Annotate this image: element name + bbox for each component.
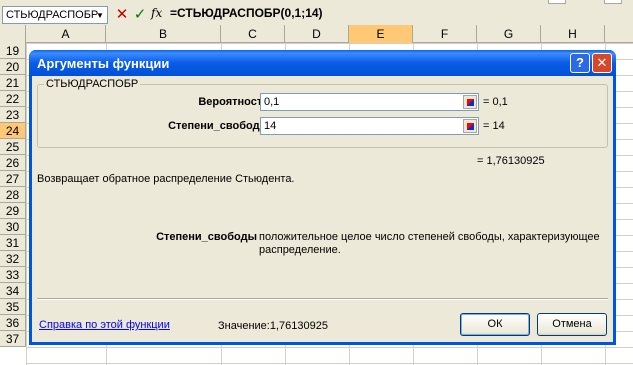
function-arguments-dialog: Аргументы функции ? ✕ СТЬЮДРАСПОБР Вероя… bbox=[29, 50, 616, 345]
row-header[interactable]: 28 bbox=[0, 187, 26, 203]
column-header-d[interactable]: D bbox=[285, 25, 349, 43]
row-header[interactable]: 35 bbox=[0, 299, 26, 315]
arg-label-probability: Вероятность bbox=[198, 96, 269, 108]
enter-formula-icon[interactable]: ✓ bbox=[132, 5, 148, 23]
degrees-freedom-result: = 14 bbox=[483, 120, 505, 132]
ok-button[interactable]: ОК bbox=[460, 313, 530, 336]
toolbar-fragment bbox=[548, 0, 566, 4]
name-box-value: СТЬЮДРАСПОБР bbox=[6, 9, 99, 21]
probability-result: = 0,1 bbox=[483, 96, 508, 108]
row-header[interactable]: 26 bbox=[0, 155, 26, 171]
help-button[interactable]: ? bbox=[570, 53, 590, 73]
arg-help-label: Степени_свободы bbox=[156, 231, 257, 243]
chevron-down-icon[interactable]: ▼ bbox=[93, 7, 107, 23]
function-description: Возвращает обратное распределение Стьюде… bbox=[37, 173, 295, 185]
function-help-link[interactable]: Справка по этой функции bbox=[39, 319, 170, 331]
arg-label-degrees-freedom: Степени_свободы bbox=[168, 120, 269, 132]
range-select-icon bbox=[467, 123, 474, 130]
close-button[interactable]: ✕ bbox=[592, 53, 612, 73]
cancel-formula-icon[interactable]: ✕ bbox=[114, 5, 130, 23]
column-header-f[interactable]: F bbox=[413, 25, 477, 43]
row-header-selected[interactable]: 24 bbox=[0, 123, 26, 139]
collapse-dialog-icon[interactable] bbox=[463, 95, 477, 109]
degrees-freedom-input[interactable]: 14 bbox=[260, 117, 479, 135]
row-header[interactable]: 32 bbox=[0, 251, 26, 267]
dialog-title-bar[interactable]: Аргументы функции ? ✕ bbox=[29, 50, 616, 76]
select-all-corner[interactable] bbox=[0, 25, 26, 43]
insert-function-icon[interactable]: fx bbox=[151, 6, 167, 24]
row-header[interactable]: 29 bbox=[0, 203, 26, 219]
formula-value: Значение:1,76130925 bbox=[218, 320, 328, 332]
column-header-h[interactable]: H bbox=[541, 25, 605, 43]
row-header[interactable]: 34 bbox=[0, 283, 26, 299]
column-header-c[interactable]: C bbox=[221, 25, 285, 43]
row-header[interactable]: 25 bbox=[0, 139, 26, 155]
divider bbox=[37, 298, 608, 300]
arguments-group: СТЬЮДРАСПОБР Вероятность 0,1 = 0,1 Степе… bbox=[37, 78, 608, 148]
row-header[interactable]: 36 bbox=[0, 315, 26, 331]
row-header[interactable]: 31 bbox=[0, 235, 26, 251]
column-header-g[interactable]: G bbox=[477, 25, 541, 43]
column-header-b[interactable]: B bbox=[106, 25, 221, 43]
row-header[interactable]: 22 bbox=[0, 91, 26, 107]
row-header[interactable]: 20 bbox=[0, 59, 26, 75]
toolbar-fragment bbox=[604, 0, 622, 4]
cancel-button[interactable]: Отмена bbox=[537, 313, 607, 336]
column-headers: A B C D E F G H bbox=[0, 25, 633, 43]
collapse-dialog-icon[interactable] bbox=[463, 119, 477, 133]
formula-result: = 1,76130925 bbox=[477, 155, 545, 167]
row-header[interactable]: 21 bbox=[0, 75, 26, 91]
probability-value: 0,1 bbox=[264, 96, 280, 108]
column-header-e[interactable]: E bbox=[349, 25, 413, 43]
row-header[interactable]: 37 bbox=[0, 331, 26, 347]
probability-input[interactable]: 0,1 bbox=[260, 93, 479, 111]
name-box[interactable]: СТЬЮДРАСПОБР ▼ bbox=[2, 6, 108, 24]
range-select-icon bbox=[467, 99, 474, 106]
formula-input[interactable]: =СТЬЮДРАСПОБР(0,1;14) bbox=[170, 6, 323, 20]
row-header[interactable]: 30 bbox=[0, 219, 26, 235]
column-header-i[interactable] bbox=[605, 25, 633, 43]
row-header[interactable]: 27 bbox=[0, 171, 26, 187]
arg-help-text: положительное целое число степеней свобо… bbox=[259, 231, 600, 256]
row-header[interactable]: 19 bbox=[0, 43, 26, 59]
dialog-body: СТЬЮДРАСПОБР Вероятность 0,1 = 0,1 Степе… bbox=[32, 76, 613, 342]
function-name: СТЬЮДРАСПОБР bbox=[44, 78, 141, 90]
row-header[interactable]: 23 bbox=[0, 107, 26, 123]
dialog-title: Аргументы функции bbox=[37, 56, 170, 71]
column-header-a[interactable]: A bbox=[26, 25, 106, 43]
row-header[interactable]: 33 bbox=[0, 267, 26, 283]
degrees-freedom-value: 14 bbox=[264, 120, 277, 132]
